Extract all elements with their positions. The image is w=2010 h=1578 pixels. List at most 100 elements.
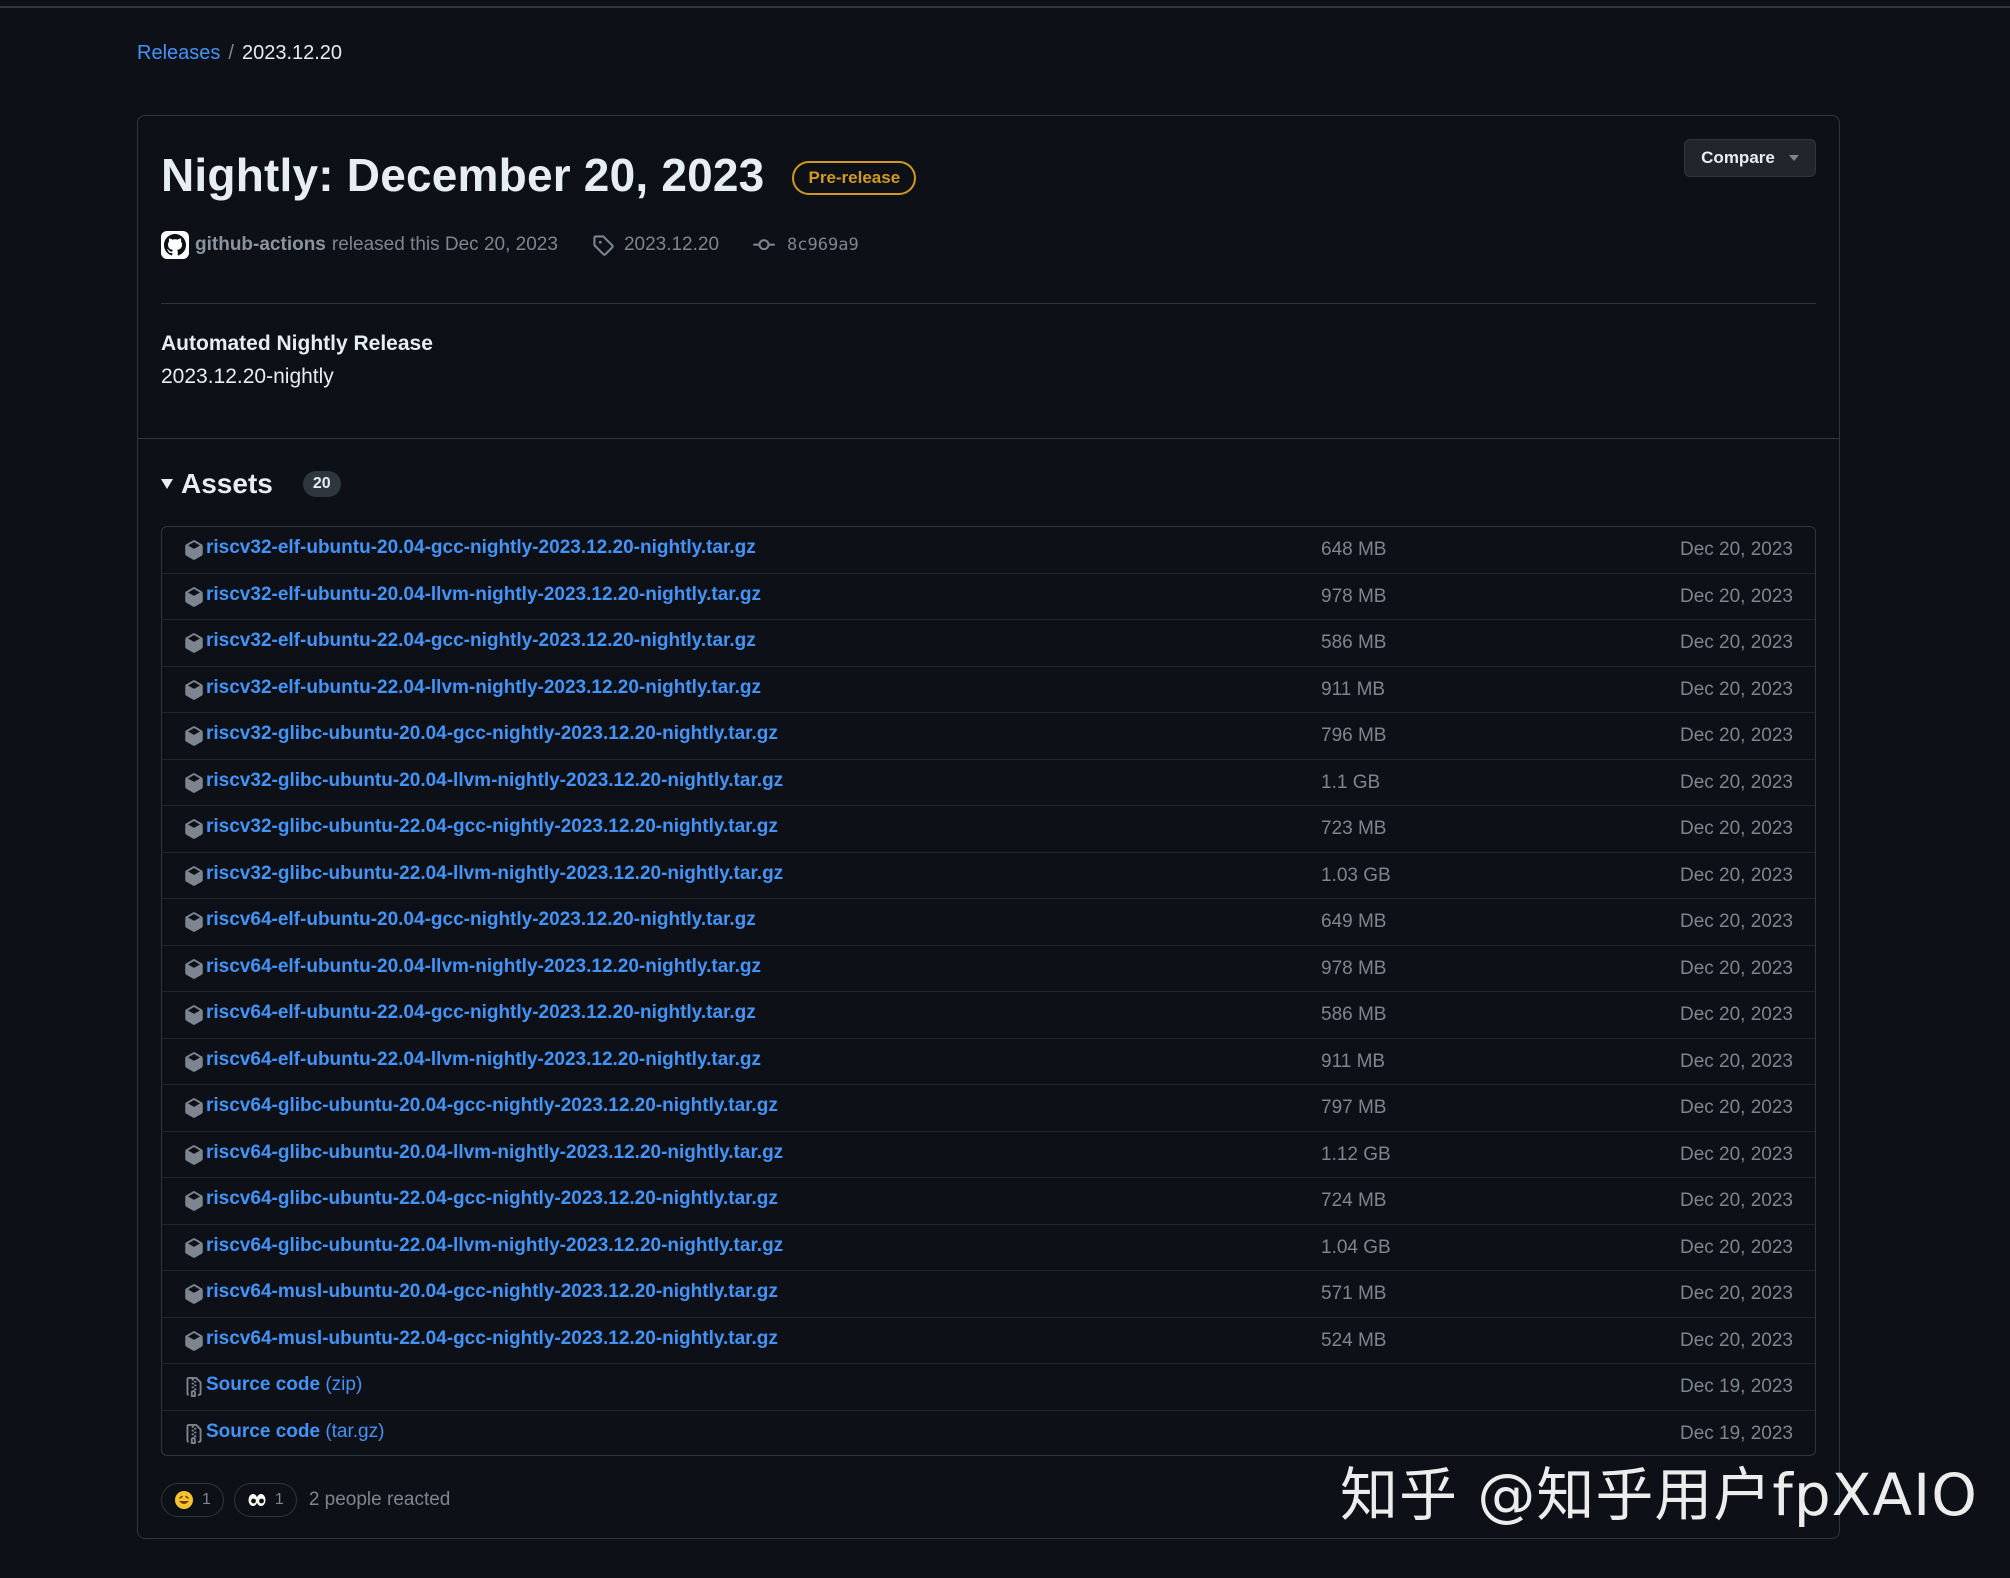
asset-download-link[interactable]: riscv32-glibc-ubuntu-22.04-gcc-nightly-2… <box>206 816 778 838</box>
package-icon <box>184 911 204 938</box>
source-code-format: (tar.gz) <box>325 1420 385 1442</box>
asset-row: riscv32-elf-ubuntu-20.04-gcc-nightly-202… <box>162 527 1815 574</box>
asset-download-link[interactable]: riscv64-elf-ubuntu-20.04-llvm-nightly-20… <box>206 956 761 978</box>
asset-date: Dec 20, 2023 <box>1679 771 1793 793</box>
asset-row: riscv32-glibc-ubuntu-22.04-llvm-nightly-… <box>162 853 1815 899</box>
package-icon <box>184 1283 204 1310</box>
commit-link[interactable]: 8c969a9 <box>753 234 859 256</box>
asset-size: 586 MB <box>1321 632 1387 653</box>
asset-date: Dec 20, 2023 <box>1679 1236 1793 1258</box>
asset-download-link[interactable]: riscv32-glibc-ubuntu-20.04-gcc-nightly-2… <box>206 723 778 745</box>
triangle-down-icon <box>161 479 173 489</box>
laugh-emoji-icon <box>175 1491 193 1509</box>
release-card: Nightly: December 20, 2023 Pre-release C… <box>137 115 1840 1539</box>
reaction-laugh-button[interactable]: 1 <box>161 1483 224 1517</box>
assets-count-badge: 20 <box>302 471 341 497</box>
asset-download-link[interactable]: riscv32-glibc-ubuntu-20.04-llvm-nightly-… <box>206 770 783 792</box>
compare-button[interactable]: Compare <box>1684 139 1816 177</box>
breadcrumb-releases-link[interactable]: Releases <box>137 42 220 65</box>
asset-date: Dec 20, 2023 <box>1679 1143 1793 1165</box>
asset-download-link[interactable]: riscv64-glibc-ubuntu-20.04-llvm-nightly-… <box>206 1142 783 1164</box>
asset-download-link[interactable]: riscv64-glibc-ubuntu-20.04-gcc-nightly-2… <box>206 1095 778 1117</box>
asset-date: Dec 20, 2023 <box>1679 1190 1793 1211</box>
package-icon <box>184 539 204 566</box>
asset-size: 978 MB <box>1321 585 1387 607</box>
asset-date: Dec 20, 2023 <box>1679 957 1793 979</box>
file-zip-icon <box>184 1376 204 1403</box>
asset-date: Dec 20, 2023 <box>1679 864 1793 886</box>
tag-text: 2023.12.20 <box>623 234 720 255</box>
breadcrumb-separator: / <box>228 42 234 64</box>
asset-row: riscv32-glibc-ubuntu-22.04-gcc-nightly-2… <box>162 806 1815 853</box>
asset-download-link[interactable]: riscv64-musl-ubuntu-22.04-gcc-nightly-20… <box>206 1328 778 1350</box>
asset-date: Dec 20, 2023 <box>1679 911 1793 932</box>
asset-date: Dec 20, 2023 <box>1679 678 1793 700</box>
asset-size: 911 MB <box>1321 1050 1386 1072</box>
source-code-link[interactable]: Source code (zip) <box>206 1374 362 1396</box>
tag-icon <box>593 235 614 256</box>
asset-row: riscv64-elf-ubuntu-22.04-gcc-nightly-202… <box>162 992 1815 1039</box>
asset-row: riscv32-elf-ubuntu-20.04-llvm-nightly-20… <box>162 574 1815 620</box>
asset-size: 649 MB <box>1321 911 1387 932</box>
asset-size: 571 MB <box>1321 1283 1387 1304</box>
asset-download-link[interactable]: riscv32-elf-ubuntu-22.04-llvm-nightly-20… <box>206 677 761 699</box>
git-commit-icon <box>753 239 776 251</box>
asset-size: 978 MB <box>1321 957 1387 979</box>
asset-row: riscv64-musl-ubuntu-22.04-gcc-nightly-20… <box>162 1318 1815 1364</box>
assets-toggle[interactable]: Assets 20 <box>161 468 341 500</box>
package-icon <box>184 865 204 892</box>
asset-date: Dec 20, 2023 <box>1679 1004 1793 1025</box>
source-code-format: (zip) <box>325 1374 363 1395</box>
asset-size: 797 MB <box>1321 1097 1387 1118</box>
asset-row: riscv64-glibc-ubuntu-22.04-gcc-nightly-2… <box>162 1178 1815 1225</box>
package-icon <box>184 818 204 845</box>
chevron-down-icon <box>1788 155 1799 161</box>
asset-row: riscv32-glibc-ubuntu-20.04-gcc-nightly-2… <box>162 713 1815 760</box>
asset-row: riscv64-elf-ubuntu-20.04-llvm-nightly-20… <box>162 946 1815 992</box>
asset-download-link[interactable]: riscv32-elf-ubuntu-20.04-llvm-nightly-20… <box>206 584 761 606</box>
file-zip-icon <box>184 1423 204 1450</box>
asset-download-link[interactable]: riscv32-glibc-ubuntu-22.04-llvm-nightly-… <box>206 863 783 885</box>
asset-date: Dec 20, 2023 <box>1679 1097 1793 1118</box>
asset-download-link[interactable]: riscv64-elf-ubuntu-20.04-gcc-nightly-202… <box>206 909 756 931</box>
release-title[interactable]: Nightly: December 20, 2023 <box>161 148 764 202</box>
asset-download-link[interactable]: riscv64-musl-ubuntu-20.04-gcc-nightly-20… <box>206 1281 778 1303</box>
tag-link[interactable]: 2023.12.20 <box>592 234 719 256</box>
asset-size: 911 MB <box>1321 678 1386 700</box>
assets-label: Assets <box>181 468 273 499</box>
package-icon <box>184 632 204 659</box>
source-code-link[interactable]: Source code (tar.gz) <box>206 1421 384 1443</box>
watermark-text: 知乎 @知乎用户fpXAIO <box>1340 1461 1978 1529</box>
package-icon <box>184 679 204 706</box>
reaction-eyes-button[interactable]: 1 <box>233 1483 297 1517</box>
asset-row: riscv32-glibc-ubuntu-20.04-llvm-nightly-… <box>162 760 1815 806</box>
asset-download-link[interactable]: riscv64-elf-ubuntu-22.04-gcc-nightly-202… <box>206 1002 756 1024</box>
commit-text: 8c969a9 <box>787 235 859 255</box>
breadcrumb-current: 2023.12.20 <box>241 42 343 64</box>
asset-download-link[interactable]: riscv32-elf-ubuntu-20.04-gcc-nightly-202… <box>206 537 756 559</box>
reactions-bar: 1 1 2 people reacted <box>161 1483 450 1517</box>
package-icon <box>184 1144 204 1171</box>
asset-row: riscv64-elf-ubuntu-20.04-gcc-nightly-202… <box>162 899 1815 946</box>
top-divider <box>0 6 2010 8</box>
github-avatar-icon[interactable] <box>161 231 189 259</box>
asset-row: riscv32-elf-ubuntu-22.04-llvm-nightly-20… <box>162 667 1815 713</box>
source-code-row: Source code (zip) Dec 19, 2023 <box>162 1364 1815 1411</box>
asset-size: 796 MB <box>1321 725 1387 746</box>
asset-download-link[interactable]: riscv64-glibc-ubuntu-22.04-gcc-nightly-2… <box>206 1188 778 1210</box>
package-icon <box>184 1051 204 1078</box>
source-code-label: Source code <box>206 1420 321 1442</box>
released-text: released this Dec 20, 2023 <box>331 234 558 255</box>
package-icon <box>184 772 204 799</box>
asset-download-link[interactable]: riscv64-elf-ubuntu-22.04-llvm-nightly-20… <box>206 1049 761 1071</box>
asset-list: riscv32-elf-ubuntu-20.04-gcc-nightly-202… <box>161 526 1816 1456</box>
reaction-laugh-count: 1 <box>202 1491 211 1508</box>
breadcrumb: Releases / 2023.12.20 <box>137 42 342 65</box>
title-row: Nightly: December 20, 2023 Pre-release <box>161 148 917 202</box>
release-notes-body: 2023.12.20-nightly <box>161 365 334 388</box>
asset-download-link[interactable]: riscv32-elf-ubuntu-22.04-gcc-nightly-202… <box>206 630 756 652</box>
asset-date: Dec 20, 2023 <box>1679 585 1793 607</box>
release-author-link[interactable]: github-actions <box>195 234 326 256</box>
asset-download-link[interactable]: riscv64-glibc-ubuntu-22.04-llvm-nightly-… <box>206 1235 783 1257</box>
package-icon <box>184 1097 204 1124</box>
